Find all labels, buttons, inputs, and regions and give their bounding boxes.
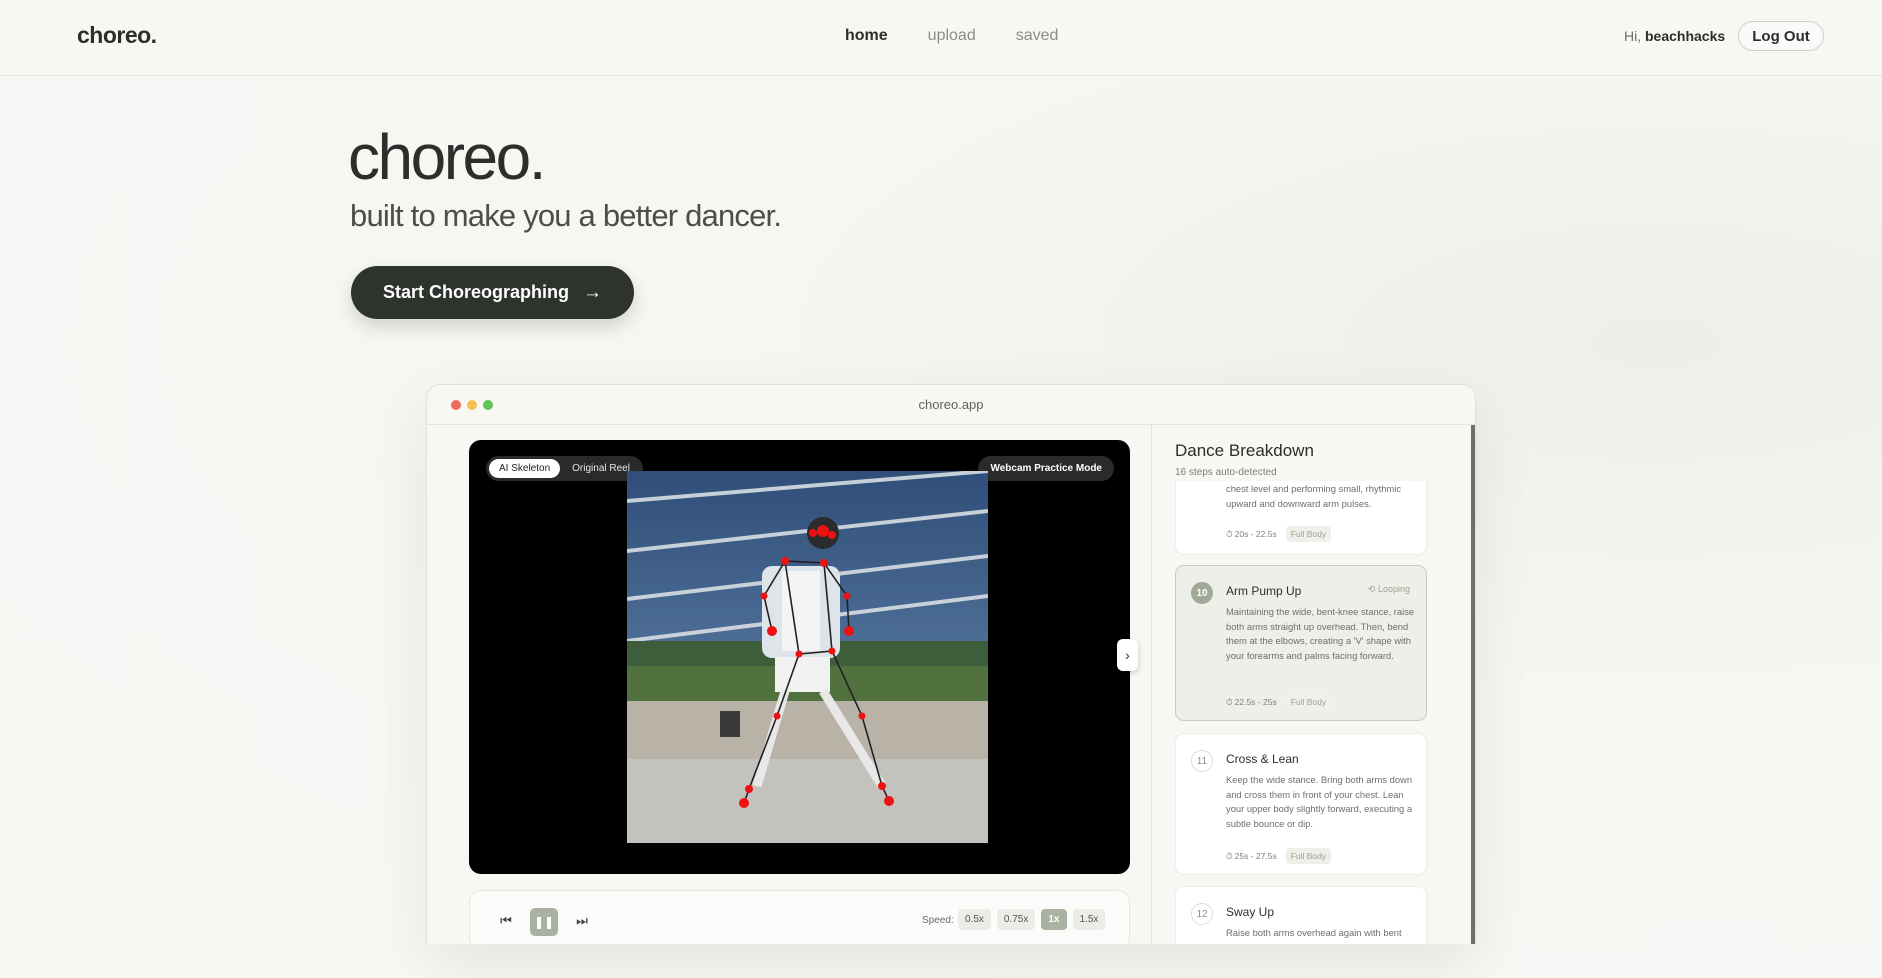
- speed-option-1-5x[interactable]: 1.5x: [1072, 909, 1106, 930]
- user-greeting: Hi, beachhacks: [1624, 28, 1725, 44]
- steps-list[interactable]: chest level and performing small, rhythm…: [1175, 481, 1427, 944]
- step-description: chest level and performing small, rhythm…: [1226, 483, 1402, 509]
- step-title: Cross & Lean: [1226, 752, 1299, 766]
- cta-label: Start Choreographing: [382, 282, 569, 302]
- scrollbar[interactable]: [1471, 425, 1475, 944]
- step-number: 11: [1191, 750, 1213, 772]
- step-description: Raise both arms overhead again with bent: [1226, 927, 1402, 938]
- step-time: 25s - 27.5s: [1234, 851, 1277, 861]
- dancer-pose-image: [627, 471, 988, 843]
- step-tag: Full Body: [1285, 848, 1332, 864]
- logout-button[interactable]: Log Out: [1738, 21, 1824, 51]
- greeting-prefix: Hi,: [1624, 28, 1645, 44]
- playback-controls: ⏮ ❚❚ ⏭ Speed: 0.5x 0.75x 1x 1.5x: [469, 890, 1130, 944]
- step-title: Sway Up: [1226, 905, 1275, 919]
- video-player[interactable]: AI Skeleton Original Reel Webcam Practic…: [469, 440, 1130, 874]
- step-number: 12: [1191, 903, 1213, 925]
- nav-links: home upload saved: [845, 27, 1058, 45]
- step-meta: ⏱ 22.5s - 25s Full Body: [1226, 694, 1332, 710]
- speed-option-1x[interactable]: 1x: [1041, 909, 1067, 930]
- window-titlebar: choreo.app: [427, 385, 1475, 425]
- view-mode-ai-skeleton[interactable]: AI Skeleton: [489, 459, 561, 478]
- breakdown-subtitle: 16 steps auto-detected: [1175, 467, 1277, 478]
- looping-label: Looping: [1377, 584, 1410, 594]
- hero-subtitle: built to make you a better dancer.: [350, 198, 782, 233]
- start-choreographing-button[interactable]: Start Choreographing →: [351, 266, 634, 319]
- speed-option-0-75x[interactable]: 0.75x: [996, 909, 1036, 930]
- webcam-practice-button[interactable]: Webcam Practice Mode: [978, 456, 1114, 481]
- step-meta: ⏱ 20s - 22.5s Full Body: [1226, 526, 1332, 542]
- hero-title: choreo.: [348, 121, 546, 193]
- nav-link-saved[interactable]: saved: [1016, 27, 1059, 45]
- speed-option-0-5x[interactable]: 0.5x: [958, 909, 991, 930]
- view-mode-toggle: AI Skeleton Original Reel: [486, 456, 643, 481]
- app-preview-window: choreo.app AI Skeleton Original Reel Web…: [426, 384, 1476, 944]
- top-nav: choreo. home upload saved Hi, beachhacks…: [0, 0, 1882, 76]
- username: beachhacks: [1645, 28, 1726, 44]
- loop-icon: ⟲: [1367, 584, 1376, 594]
- clock-icon: ⏱: [1226, 528, 1233, 539]
- skip-forward-icon[interactable]: ⏭: [572, 911, 592, 931]
- pause-button[interactable]: ❚❚: [530, 908, 558, 936]
- speed-options: 0.5x 0.75x 1x 1.5x: [958, 909, 1106, 930]
- window-url: choreo.app: [918, 397, 984, 412]
- step-tag: Full Body: [1285, 694, 1332, 710]
- step-number: 10: [1191, 582, 1213, 604]
- looping-badge: ⟲ Looping: [1368, 584, 1410, 595]
- dance-breakdown-panel: Dance Breakdown 16 steps auto-detected c…: [1151, 425, 1475, 944]
- breakdown-title: Dance Breakdown: [1175, 441, 1314, 460]
- step-card[interactable]: 12 Sway Up Raise both arms overhead agai…: [1175, 886, 1427, 944]
- speed-label: Speed:: [922, 915, 954, 926]
- nav-link-home[interactable]: home: [845, 27, 888, 45]
- step-description: Maintaining the wide, bent-knee stance, …: [1226, 606, 1415, 661]
- step-card-active[interactable]: 10 Arm Pump Up ⟲ Looping Maintaining the…: [1175, 565, 1427, 721]
- step-time: 20s - 22.5s: [1234, 529, 1277, 539]
- clock-icon: ⏱: [1226, 696, 1233, 707]
- step-tag: Full Body: [1285, 526, 1332, 542]
- step-title: Arm Pump Up: [1226, 584, 1302, 598]
- skip-back-icon[interactable]: ⏮: [496, 911, 516, 931]
- step-meta: ⏱ 25s - 27.5s Full Body: [1226, 848, 1332, 864]
- logo[interactable]: choreo.: [77, 22, 157, 49]
- step-card[interactable]: chest level and performing small, rhythm…: [1175, 481, 1427, 555]
- step-description: Keep the wide stance. Bring both arms do…: [1226, 774, 1413, 829]
- chevron-right-icon[interactable]: ›: [1117, 639, 1138, 671]
- step-time: 22.5s - 25s: [1234, 697, 1277, 707]
- video-frame: [627, 471, 988, 843]
- step-card[interactable]: 11 Cross & Lean Keep the wide stance. Br…: [1175, 733, 1427, 875]
- nav-link-upload[interactable]: upload: [928, 27, 976, 45]
- arrow-right-icon: →: [583, 281, 602, 303]
- clock-icon: ⏱: [1226, 850, 1233, 861]
